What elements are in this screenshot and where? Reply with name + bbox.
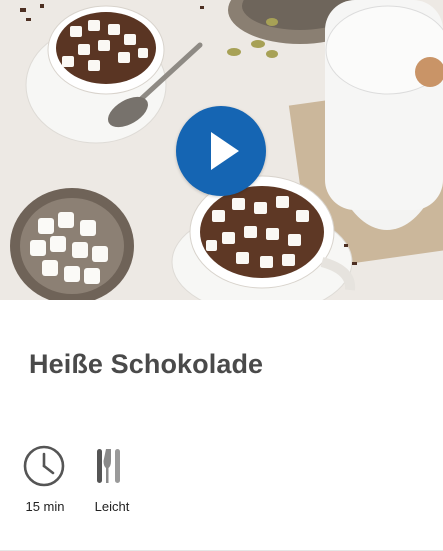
cutlery-icon bbox=[97, 449, 120, 483]
prep-time-label: 15 min bbox=[25, 499, 65, 514]
clock-icon bbox=[23, 445, 65, 487]
recipe-title[interactable]: Heiße Schokolade bbox=[29, 349, 263, 380]
play-icon bbox=[211, 132, 239, 170]
recipe-card[interactable]: Heiße Schokolade 15 min Leicht bbox=[0, 0, 443, 551]
difficulty-label: Leicht bbox=[94, 499, 130, 514]
recipe-image[interactable] bbox=[0, 0, 443, 300]
play-video-button[interactable] bbox=[176, 106, 266, 196]
prep-time: 15 min bbox=[22, 445, 68, 525]
difficulty: Leicht bbox=[89, 445, 135, 525]
